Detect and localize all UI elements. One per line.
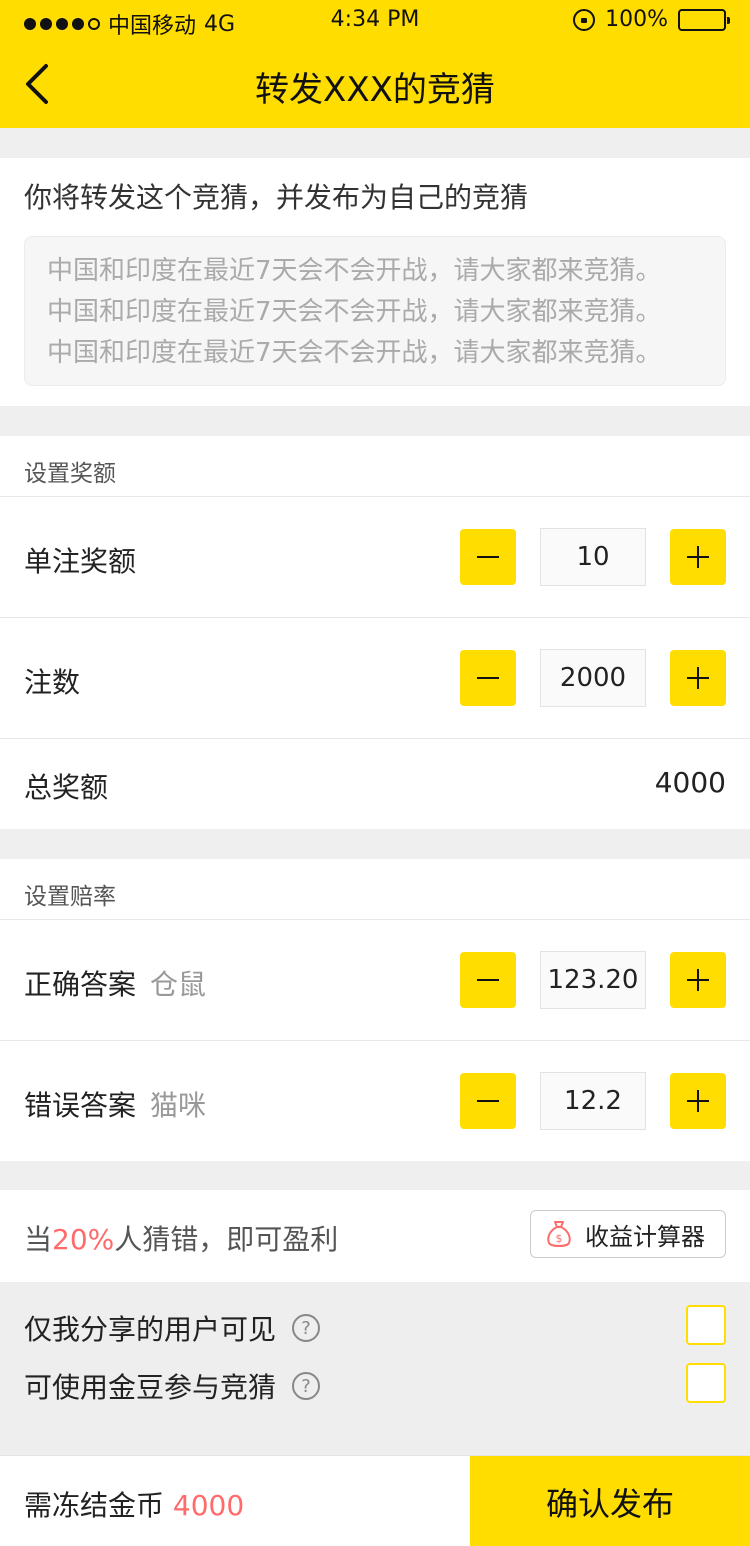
quote-line: 中国和印度在最近7天会不会开战，请大家都来竞猜。 [47, 256, 662, 286]
wrong-answer-row: 错误答案 猫咪 [24, 1084, 206, 1124]
plus-icon [687, 969, 709, 991]
reward-settings-card: 设置奖额 单注奖额 10 注数 2000 总奖额 4000 [0, 436, 750, 829]
status-right: 100% [573, 7, 730, 32]
single-reward-input[interactable]: 10 [540, 528, 646, 586]
divider [0, 738, 750, 739]
divider [0, 919, 750, 920]
plus-icon [687, 667, 709, 689]
profit-row: 当20%人猜错，即可盈利 $ 收益计算器 [0, 1190, 750, 1282]
bet-count-label: 注数 [24, 666, 81, 699]
share-only-checkbox[interactable] [686, 1305, 726, 1345]
gold-bean-label: 可使用金豆参与竞猜 [24, 1371, 277, 1404]
divider [0, 617, 750, 618]
battery-percent: 100% [605, 7, 668, 32]
quote-line: 中国和印度在最近7天会不会开战，请大家都来竞猜。 [47, 338, 662, 368]
minus-icon [477, 979, 499, 981]
intro-card: 你将转发这个竞猜，并发布为自己的竞猜 中国和印度在最近7天会不会开战，请大家都来… [0, 158, 750, 406]
odds-section-title: 设置赔率 [24, 884, 116, 910]
plus-icon [687, 1090, 709, 1112]
status-bar: 中国移动 4G 4:34 PM 100% [0, 0, 750, 40]
correct-answer-label: 正确答案 [24, 968, 137, 1001]
bet-count-increment-button[interactable] [670, 650, 726, 706]
correct-odds-decrement-button[interactable] [460, 952, 516, 1008]
intro-headline: 你将转发这个竞猜，并发布为自己的竞猜 [24, 181, 529, 214]
profit-percent: 20% [52, 1223, 115, 1256]
correct-odds-increment-button[interactable] [670, 952, 726, 1008]
divider [0, 1040, 750, 1041]
quoted-guess: 中国和印度在最近7天会不会开战，请大家都来竞猜。 中国和印度在最近7天会不会开战… [24, 236, 726, 386]
correct-answer-row: 正确答案 仓鼠 [24, 963, 206, 1003]
help-icon[interactable]: ? [292, 1314, 321, 1342]
profit-suffix: 人猜错，即可盈利 [114, 1223, 339, 1256]
freeze-coins-label: 需冻结金币 [24, 1489, 165, 1522]
wrong-odds-increment-button[interactable] [670, 1073, 726, 1129]
svg-text:$: $ [556, 1232, 563, 1245]
quote-line: 中国和印度在最近7天会不会开战，请大家都来竞猜。 [47, 297, 662, 327]
bet-count-input[interactable]: 2000 [540, 649, 646, 707]
wrong-answer-text: 猫咪 [150, 1089, 207, 1122]
page-title: 转发XXX的竞猜 [255, 70, 495, 110]
visibility-options: 仅我分享的用户可见 ? 可使用金豆参与竞猜 ? [0, 1282, 750, 1454]
correct-odds-input[interactable]: 123.20 [540, 951, 646, 1009]
profit-prefix: 当 [24, 1223, 53, 1256]
gold-bean-option: 可使用金豆参与竞猜 ? [24, 1366, 321, 1406]
single-reward-decrement-button[interactable] [460, 529, 516, 585]
share-only-option: 仅我分享的用户可见 ? [24, 1308, 321, 1348]
reward-section-title: 设置奖额 [24, 461, 116, 487]
odds-settings-card: 设置赔率 正确答案 仓鼠 123.20 错误答案 猫咪 12.2 [0, 859, 750, 1161]
navigation-bar: 转发XXX的竞猜 [0, 40, 750, 128]
rotation-lock-icon [573, 8, 596, 31]
wrong-answer-label: 错误答案 [24, 1089, 137, 1122]
profit-calculator-label: 收益计算器 [585, 1222, 705, 1251]
gold-bean-checkbox[interactable] [686, 1363, 726, 1403]
plus-icon [687, 546, 709, 568]
minus-icon [477, 1100, 499, 1102]
profit-condition: 当20%人猜错，即可盈利 [24, 1218, 338, 1258]
profit-calculator-button[interactable]: $ 收益计算器 [530, 1210, 726, 1258]
share-only-label: 仅我分享的用户可见 [24, 1313, 277, 1346]
confirm-publish-button[interactable]: 确认发布 [470, 1456, 750, 1546]
minus-icon [477, 677, 499, 679]
total-reward-value: 4000 [654, 766, 726, 799]
correct-answer-text: 仓鼠 [150, 968, 207, 1001]
single-reward-increment-button[interactable] [670, 529, 726, 585]
bet-count-decrement-button[interactable] [460, 650, 516, 706]
freeze-coins-amount: 4000 [172, 1489, 245, 1522]
minus-icon [477, 556, 499, 558]
freeze-coins-info: 需冻结金币 4000 [24, 1484, 244, 1524]
total-reward-label: 总奖额 [24, 771, 109, 804]
money-bag-icon: $ [547, 1221, 571, 1247]
battery-icon [678, 8, 730, 31]
divider [0, 496, 750, 497]
single-reward-label: 单注奖额 [24, 545, 137, 578]
bottom-bar: 需冻结金币 4000 确认发布 [0, 1455, 750, 1546]
help-icon[interactable]: ? [292, 1372, 321, 1400]
wrong-odds-decrement-button[interactable] [460, 1073, 516, 1129]
wrong-odds-input[interactable]: 12.2 [540, 1072, 646, 1130]
